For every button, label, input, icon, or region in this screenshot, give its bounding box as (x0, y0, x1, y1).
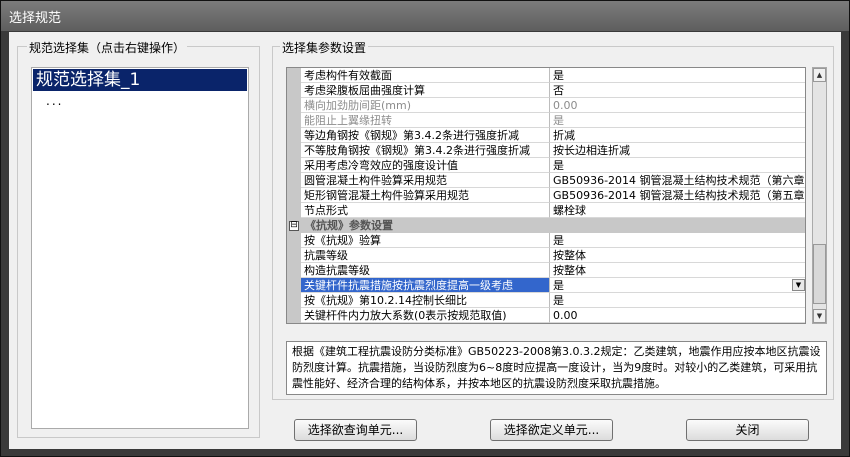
row-gutter (287, 293, 301, 308)
left-group-title: 规范选择集（点击右键操作） (27, 39, 188, 56)
property-value[interactable]: 是 (550, 233, 805, 248)
row-gutter (287, 98, 301, 113)
row-gutter (287, 308, 301, 323)
property-value[interactable]: 是 ▼ (550, 278, 805, 293)
property-row[interactable]: 关键杆件抗震措施按抗震烈度提高一级考虑是 ▼ (287, 278, 805, 293)
property-value[interactable]: 螺栓球 (550, 203, 805, 218)
property-value[interactable]: 是 (550, 113, 805, 128)
property-value[interactable]: 按整体 (550, 248, 805, 263)
property-name: 考虑构件有效截面 (301, 68, 550, 83)
property-value[interactable]: GB50936-2014 钢管混凝土结构技术规范（第六章 (550, 173, 805, 188)
property-row[interactable]: 横向加劲肋间距(mm) 0.00 (287, 98, 805, 113)
property-name: 构造抗震等级 (301, 263, 550, 278)
property-value[interactable]: 是 (550, 68, 805, 83)
dialog-window: 选择规范 规范选择集（点击右键操作） 规范选择集_1 ... 选择集参数设置 考… (0, 0, 850, 457)
scroll-up-icon[interactable]: ▲ (813, 68, 826, 82)
property-name: 关键杆件内力放大系数(0表示按规范取值) (301, 308, 550, 323)
right-group-title: 选择集参数设置 (280, 39, 369, 56)
scroll-down-icon[interactable]: ▼ (813, 309, 826, 323)
collapse-icon[interactable]: ⊟ (289, 221, 299, 231)
property-row[interactable]: 按《抗规》验算是 (287, 233, 805, 248)
category-row-seismic[interactable]: ⊟ 《抗规》参数设置 (287, 218, 805, 233)
row-gutter (287, 233, 301, 248)
property-name: 按《抗规》第10.2.14控制长细比 (301, 293, 550, 308)
select-define-unit-button[interactable]: 选择欲定义单元... (490, 419, 613, 441)
property-row[interactable]: 构造抗震等级 按整体 (287, 263, 805, 278)
row-gutter (287, 203, 301, 218)
dialog-client-area: 规范选择集（点击右键操作） 规范选择集_1 ... 选择集参数设置 考虑构件有效… (9, 32, 841, 449)
select-query-unit-button[interactable]: 选择欲查询单元... (294, 419, 417, 441)
property-value[interactable]: 0.00 (550, 308, 805, 323)
property-row[interactable]: 考虑构件有效截面是 (287, 68, 805, 83)
property-row[interactable]: 关键杆件内力放大系数(0表示按规范取值) 0.00 (287, 308, 805, 323)
grid-vertical-scrollbar[interactable]: ▲ ▼ (812, 67, 827, 324)
property-row[interactable]: 节点形式 螺栓球 (287, 203, 805, 218)
dropdown-arrow-icon[interactable]: ▼ (792, 279, 805, 291)
property-row[interactable]: 按《抗规》第10.2.14控制长细比是 (287, 293, 805, 308)
property-row[interactable]: 能阻止上翼缘扭转是 (287, 113, 805, 128)
property-value[interactable]: 折减 (550, 128, 805, 143)
property-value[interactable]: 0.00 (550, 98, 805, 113)
property-name: 横向加劲肋间距(mm) (301, 98, 550, 113)
list-more-indicator: ... (46, 94, 64, 108)
property-name: 圆管混凝土构件验算采用规范 (301, 173, 550, 188)
row-gutter (287, 188, 301, 203)
category-label: 《抗规》参数设置 (305, 219, 393, 232)
row-gutter (287, 83, 301, 98)
property-name: 采用考虑冷弯效应的强度设计值 (301, 158, 550, 173)
scroll-thumb[interactable] (813, 244, 826, 304)
property-row[interactable]: 等边角钢按《钢规》第3.4.2条进行强度折减 折减 (287, 128, 805, 143)
selection-set-list[interactable]: 规范选择集_1 ... (31, 67, 249, 429)
property-row[interactable]: 不等肢角钢按《钢规》第3.4.2条进行强度折减 按长边相连折减 (287, 143, 805, 158)
window-title: 选择规范 (9, 11, 62, 26)
property-value[interactable]: 按长边相连折减 (550, 143, 805, 158)
property-name: 考虑梁腹板屈曲强度计算 (301, 83, 550, 98)
row-gutter (287, 128, 301, 143)
property-name: 不等肢角钢按《钢规》第3.4.2条进行强度折减 (301, 143, 550, 158)
property-name: 关键杆件抗震措施按抗震烈度提高一级考虑 (301, 278, 550, 293)
parameter-description: 根据《建筑工程抗震设防分类标准》GB50223-2008第3.0.3.2规定：乙… (286, 341, 827, 395)
property-row[interactable]: 考虑梁腹板屈曲强度计算否 (287, 83, 805, 98)
property-row[interactable]: 采用考虑冷弯效应的强度设计值是 (287, 158, 805, 173)
property-value[interactable]: 否 (550, 83, 805, 98)
property-row[interactable]: 圆管混凝土构件验算采用规范 GB50936-2014 钢管混凝土结构技术规范（第六… (287, 173, 805, 188)
property-value[interactable]: 是 (550, 293, 805, 308)
property-row[interactable]: 抗震等级 按整体 (287, 248, 805, 263)
property-name: 能阻止上翼缘扭转 (301, 113, 550, 128)
row-gutter (287, 263, 301, 278)
property-name: 按《抗规》验算 (301, 233, 550, 248)
row-gutter (287, 248, 301, 263)
close-button[interactable]: 关闭 (686, 419, 809, 441)
property-value[interactable]: GB50936-2014 钢管混凝土结构技术规范（第五章 (550, 188, 805, 203)
row-gutter (287, 113, 301, 128)
property-name: 矩形钢管混凝土构件验算采用规范 (301, 188, 550, 203)
row-gutter (287, 143, 301, 158)
list-item-selected[interactable]: 规范选择集_1 (33, 69, 247, 91)
property-name: 抗震等级 (301, 248, 550, 263)
parameter-property-grid[interactable]: 考虑构件有效截面是考虑梁腹板屈曲强度计算否横向加劲肋间距(mm) 0.00 能阻止上… (286, 67, 806, 324)
property-row[interactable]: 矩形钢管混凝土构件验算采用规范 GB50936-2014 钢管混凝土结构技术规范（… (287, 188, 805, 203)
property-name: 等边角钢按《钢规》第3.4.2条进行强度折减 (301, 128, 550, 143)
row-gutter (287, 278, 301, 293)
property-value[interactable]: 按整体 (550, 263, 805, 278)
row-gutter (287, 158, 301, 173)
title-bar[interactable]: 选择规范 (1, 1, 849, 31)
property-name: 节点形式 (301, 203, 550, 218)
row-gutter (287, 68, 301, 83)
row-gutter (287, 173, 301, 188)
property-value[interactable]: 是 (550, 158, 805, 173)
